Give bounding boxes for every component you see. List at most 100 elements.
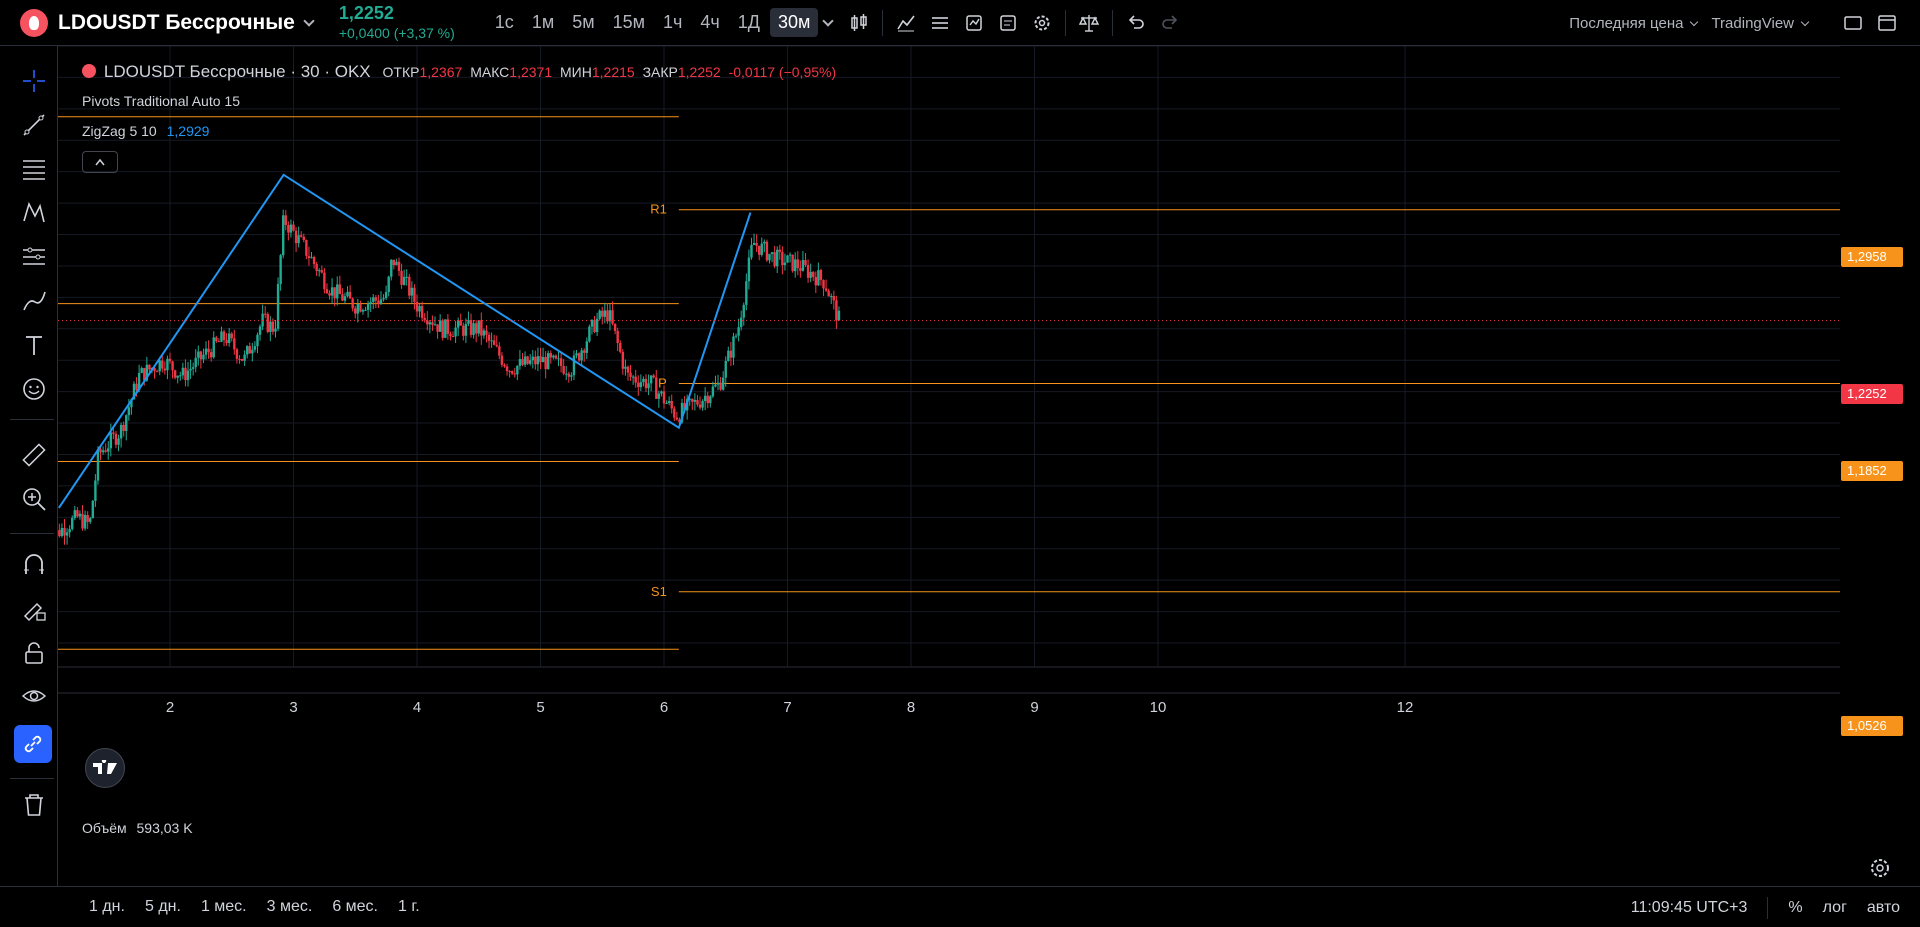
candle-body: [441, 320, 444, 338]
collapse-legend-button[interactable]: [82, 151, 118, 173]
candle-body: [253, 346, 257, 350]
eye-icon[interactable]: [14, 677, 54, 717]
candle-body: [405, 276, 408, 278]
candle-body: [384, 292, 388, 299]
candle-body: [626, 366, 630, 373]
price-type-dropdown[interactable]: Последняя цена: [1569, 15, 1699, 32]
range-6m[interactable]: 6 мес.: [332, 898, 378, 916]
candle-body: [727, 350, 730, 361]
undo-icon[interactable]: [1119, 6, 1153, 40]
price-change: +0,0400 (+3,37 %): [338, 24, 455, 41]
candle-body: [711, 386, 715, 397]
interval-1h[interactable]: 1ч: [655, 8, 690, 37]
percent-toggle[interactable]: %: [1788, 899, 1802, 917]
interval-4h[interactable]: 4ч: [692, 8, 727, 37]
candle-body: [721, 377, 725, 390]
candle-body: [377, 300, 380, 304]
candle-body: [557, 358, 560, 360]
candle-body: [709, 396, 712, 404]
interval-15m[interactable]: 15м: [605, 8, 653, 37]
candle-body: [89, 518, 92, 522]
zoom-in-icon[interactable]: [14, 479, 54, 519]
tradingview-logo-icon[interactable]: [85, 748, 125, 788]
crosshair-icon[interactable]: [14, 61, 54, 101]
compare-scale-icon[interactable]: [1072, 6, 1106, 40]
ruler-icon[interactable]: [14, 435, 54, 475]
forecast-icon[interactable]: [14, 237, 54, 277]
candle-body: [541, 356, 545, 363]
candle-body: [657, 393, 661, 399]
log-toggle[interactable]: лог: [1823, 899, 1847, 917]
symbol-name[interactable]: LDOUSDT Бессрочные: [58, 11, 295, 35]
chart-settings-gear-icon[interactable]: [1868, 856, 1892, 885]
fib-retracement-icon[interactable]: [14, 149, 54, 189]
candles-icon[interactable]: [842, 6, 876, 40]
candle-body: [446, 319, 450, 334]
interval-dropdown-icon[interactable]: [822, 14, 835, 27]
interval-5m[interactable]: 5м: [564, 8, 602, 37]
last-price: 1,2252: [338, 3, 394, 24]
candle-body: [204, 348, 208, 355]
provider-dropdown[interactable]: TradingView: [1711, 15, 1810, 32]
candle-body: [101, 450, 105, 453]
candle-body: [395, 261, 398, 266]
candle-body: [161, 360, 164, 369]
zigzag-legend[interactable]: ZigZag 5 10 1,2929: [82, 123, 209, 139]
candle-body: [827, 290, 830, 297]
indicators-icon[interactable]: [889, 6, 923, 40]
trash-icon[interactable]: [14, 785, 54, 825]
chevron-down-icon[interactable]: [303, 14, 315, 27]
volume-legend[interactable]: Объём 593,03 K: [82, 820, 193, 836]
candle-body: [739, 317, 743, 328]
pivots-legend[interactable]: Pivots Traditional Auto 15: [82, 93, 240, 109]
fullscreen-icon[interactable]: [1836, 6, 1870, 40]
link-icon[interactable]: [14, 725, 52, 763]
replay-icon[interactable]: [991, 6, 1025, 40]
layout-icon[interactable]: [923, 6, 957, 40]
price-chart[interactable]: 1,40001,38001,36001,34001,32001,30001,28…: [58, 46, 1840, 856]
candle-body: [140, 368, 143, 373]
candle-body: [675, 417, 679, 420]
interval-1m[interactable]: 1м: [524, 8, 562, 37]
emoji-icon[interactable]: [14, 369, 54, 409]
interval-1d[interactable]: 1Д: [730, 8, 768, 37]
clock[interactable]: 11:09:45 UTC+3: [1631, 899, 1748, 917]
text-icon[interactable]: [14, 325, 54, 365]
range-3m[interactable]: 3 мес.: [267, 898, 313, 916]
candle-body: [346, 291, 349, 297]
bottom-right-controls: 11:09:45 UTC+3 % лог авто: [1631, 887, 1920, 927]
interval-1s[interactable]: 1с: [487, 8, 522, 37]
candle-body: [420, 305, 424, 318]
candle-body: [238, 358, 241, 360]
magnet-icon[interactable]: [14, 545, 54, 585]
candle-body: [400, 270, 403, 285]
candle-body: [593, 319, 596, 333]
candle-body: [492, 340, 496, 345]
lock-icon[interactable]: [14, 633, 54, 673]
range-1d[interactable]: 1 дн.: [89, 898, 125, 916]
candle-body: [832, 296, 836, 301]
range-5d[interactable]: 5 дн.: [145, 898, 181, 916]
brush-icon[interactable]: [14, 281, 54, 321]
legend-title[interactable]: LDOUSDT Бессрочные · 30 · OKX: [104, 62, 371, 81]
ldo-symbol-icon: [82, 64, 96, 78]
chart-pane[interactable]: 1,40001,38001,36001,34001,32001,30001,28…: [58, 46, 1840, 856]
alert-icon[interactable]: [957, 6, 991, 40]
candle-body: [271, 321, 275, 332]
candle-body: [791, 254, 794, 272]
candle-body: [737, 327, 740, 336]
auto-toggle[interactable]: авто: [1867, 899, 1900, 917]
pattern-icon[interactable]: [14, 193, 54, 233]
candle-body: [580, 350, 583, 361]
maximize-icon[interactable]: [1870, 6, 1904, 40]
gear-icon[interactable]: [1025, 6, 1059, 40]
lock-drawing-icon[interactable]: [14, 589, 54, 629]
trend-line-icon[interactable]: [14, 105, 54, 145]
range-1y[interactable]: 1 г.: [398, 898, 420, 916]
divider: [1112, 9, 1114, 36]
range-1m[interactable]: 1 мес.: [201, 898, 247, 916]
interval-30m[interactable]: 30м: [769, 8, 819, 37]
candle-body: [343, 296, 347, 301]
redo-icon[interactable]: [1153, 6, 1187, 40]
ldo-symbol-icon[interactable]: [20, 8, 48, 37]
